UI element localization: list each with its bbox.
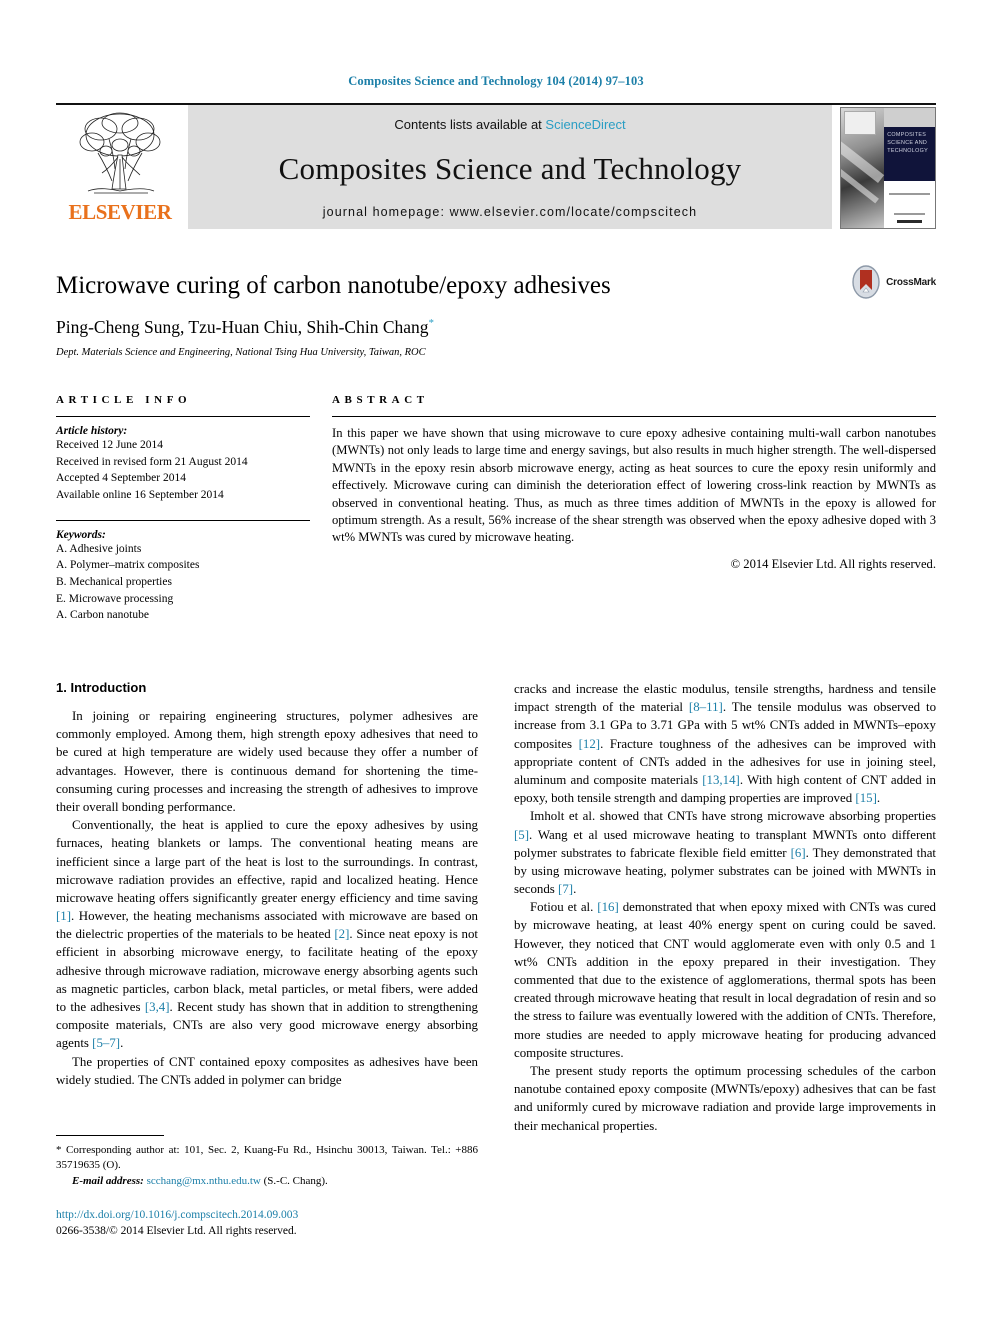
history-item: Received 12 June 2014	[56, 439, 163, 451]
email-label: E-mail address:	[72, 1175, 144, 1188]
title-block: Microwave curing of carbon nanotube/epox…	[56, 265, 936, 358]
section-heading-introduction: 1. Introduction	[56, 680, 147, 696]
banner-center: Contents lists available at ScienceDirec…	[188, 105, 832, 229]
article-history-list: Received 12 June 2014 Received in revise…	[56, 437, 310, 504]
article-info-heading: ARTICLE INFO	[56, 394, 192, 406]
history-item: Accepted 4 September 2014	[56, 472, 186, 485]
keywords-label: Keywords:	[56, 528, 106, 541]
email-link[interactable]: scchang@mx.nthu.edu.tw	[147, 1175, 261, 1187]
divider	[56, 416, 310, 417]
citation-link[interactable]: [13,14]	[702, 773, 740, 787]
article-history-label: Article history:	[56, 425, 128, 437]
keyword-item: B. Mechanical properties	[56, 576, 172, 589]
keyword-item: A. Polymer–matrix composites	[56, 559, 200, 572]
citation-link[interactable]: [5]	[514, 828, 529, 842]
author-names: Ping-Cheng Sung, Tzu-Huan Chiu, Shih-Chi…	[56, 317, 429, 337]
contents-available-line: Contents lists available at ScienceDirec…	[394, 117, 625, 132]
abstract-text: In this paper we have shown that using m…	[332, 426, 936, 545]
body-column-left: 1. Introduction In joining or repairing …	[56, 680, 478, 1240]
citation-link[interactable]: [15]	[855, 791, 876, 805]
divider	[332, 416, 936, 417]
citation-link[interactable]: [1]	[56, 909, 71, 923]
cover-title-panel: COMPOSITES SCIENCE AND TECHNOLOGY	[884, 108, 935, 228]
keyword-item: A. Adhesive joints	[56, 542, 142, 555]
divider	[56, 519, 310, 521]
keyword-item: E. Microwave processing	[56, 592, 174, 605]
paragraph: Conventionally, the heat is applied to c…	[56, 818, 478, 1051]
corresponding-author-marker: *	[428, 317, 435, 330]
cover-photo	[841, 108, 885, 228]
cover-image: COMPOSITES SCIENCE AND TECHNOLOGY	[840, 107, 936, 229]
info-abstract-section: ARTICLE INFO Article history: Received 1…	[56, 394, 936, 624]
journal-banner: ELSEVIER Contents lists available at Sci…	[56, 103, 936, 229]
paragraph: The present study reports the optimum pr…	[514, 1063, 936, 1133]
corresponding-author-text: Corresponding author at: 101, Sec. 2, Ku…	[56, 1143, 479, 1172]
cover-title-text: COMPOSITES SCIENCE AND TECHNOLOGY	[884, 127, 935, 182]
doi-link[interactable]: http://dx.doi.org/10.1016/j.compscitech.…	[56, 1207, 478, 1224]
journal-title: Composites Science and Technology	[278, 150, 742, 186]
cover-elsevier-mark	[844, 111, 876, 135]
citation-link[interactable]: [7]	[558, 882, 573, 896]
sciencedirect-link[interactable]: ScienceDirect	[545, 117, 625, 132]
citation-link[interactable]: [8–11]	[689, 700, 723, 714]
crossmark-label: CrossMark	[886, 276, 936, 288]
journal-homepage[interactable]: journal homepage: www.elsevier.com/locat…	[323, 205, 697, 219]
email-owner: (S.-C. Chang).	[263, 1175, 328, 1188]
email-note: E-mail address: scchang@mx.nthu.edu.tw (…	[56, 1174, 478, 1190]
abstract-heading: ABSTRACT	[332, 394, 429, 406]
citation-link[interactable]: [6]	[791, 846, 806, 860]
footnote-marker: *	[56, 1143, 62, 1156]
footnote-block: * Corresponding author at: 101, Sec. 2, …	[56, 1134, 478, 1240]
footnote-divider	[56, 1134, 164, 1136]
citation-link[interactable]: [16]	[597, 900, 618, 914]
abstract-copyright: © 2014 Elsevier Ltd. All rights reserved…	[730, 556, 936, 571]
author-list: Ping-Cheng Sung, Tzu-Huan Chiu, Shih-Chi…	[56, 317, 936, 338]
elsevier-wordmark: ELSEVIER	[68, 200, 172, 224]
article-info-column: ARTICLE INFO Article history: Received 1…	[56, 394, 310, 624]
doi-block: http://dx.doi.org/10.1016/j.compscitech.…	[56, 1207, 478, 1240]
keywords-list: A. Adhesive joints A. Polymer–matrix com…	[56, 541, 310, 624]
affiliation: Dept. Materials Science and Engineering,…	[56, 347, 426, 358]
citation-link[interactable]: [12]	[579, 737, 600, 751]
paragraph: The properties of CNT contained epoxy co…	[56, 1054, 478, 1087]
citation-link[interactable]: [3,4]	[145, 1000, 170, 1014]
paper-page: Composites Science and Technology 104 (2…	[0, 0, 992, 1323]
body-column-right: cracks and increase the elastic modulus,…	[514, 680, 936, 1240]
crossmark-badge[interactable]: CrossMark	[851, 265, 936, 299]
issn-copyright: 0266-3538/© 2014 Elsevier Ltd. All right…	[56, 1225, 297, 1238]
citation-link[interactable]: [2]	[334, 927, 349, 941]
keyword-item: A. Carbon nanotube	[56, 609, 149, 622]
contents-prefix: Contents lists available at	[394, 117, 542, 132]
abstract-column: ABSTRACT In this paper we have shown tha…	[332, 394, 936, 624]
paragraph: cracks and increase the elastic modulus,…	[514, 682, 937, 806]
running-head: Composites Science and Technology 104 (2…	[348, 74, 644, 88]
citation-link[interactable]: [5–7]	[92, 1036, 120, 1050]
journal-cover-thumbnail: COMPOSITES SCIENCE AND TECHNOLOGY	[840, 105, 936, 229]
paragraph: Fotiou et al. [16] demonstrated that whe…	[514, 900, 936, 1060]
history-item: Received in revised form 21 August 2014	[56, 455, 248, 468]
paragraph: Imholt et al. showed that CNTs have stro…	[514, 809, 936, 897]
body-columns: 1. Introduction In joining or repairing …	[56, 680, 936, 1240]
crossmark-icon	[852, 265, 880, 299]
elsevier-logo: ELSEVIER	[56, 105, 184, 229]
paragraph: In joining or repairing engineering stru…	[56, 709, 478, 814]
page-title: Microwave curing of carbon nanotube/epox…	[56, 272, 611, 299]
corresponding-author-note: * Corresponding author at: 101, Sec. 2, …	[56, 1143, 478, 1174]
elsevier-tree-icon	[79, 112, 161, 194]
history-item: Available online 16 September 2014	[56, 489, 224, 502]
